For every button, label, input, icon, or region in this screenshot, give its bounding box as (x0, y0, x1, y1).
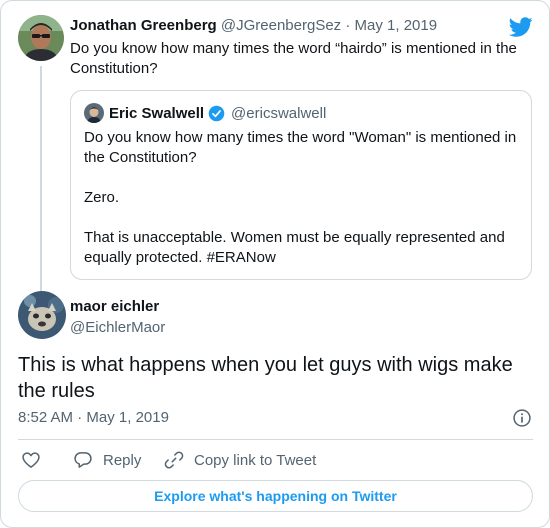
heart-icon (22, 452, 40, 468)
quoted-tweet[interactable]: Eric Swalwell @ericswalwell Do you know … (70, 90, 532, 280)
copy-link-button[interactable]: Copy link to Tweet (164, 450, 316, 470)
verified-badge-icon (208, 105, 225, 122)
quoted-tweet-text: Do you know how many times the word "Wom… (84, 129, 517, 266)
link-icon (164, 451, 184, 469)
quoted-author-handle: @ericswalwell (231, 105, 327, 122)
parent-tweet-text: Do you know how many times the word “hai… (70, 40, 517, 77)
parent-author-name[interactable]: Jonathan Greenberg (70, 17, 217, 34)
reply-button[interactable]: Reply (73, 450, 141, 470)
quoted-author-avatar (84, 103, 104, 123)
info-icon[interactable] (512, 408, 532, 428)
tweet-date: May 1, 2019 (86, 409, 169, 426)
like-button[interactable] (21, 450, 41, 470)
tweet-time: 8:52 AM (18, 409, 74, 426)
thread-connector-line (40, 66, 42, 291)
parent-tweet-header: Jonathan Greenberg @JGreenbergSez · May … (70, 17, 437, 34)
reply-label: Reply (103, 451, 142, 469)
quoted-author-name: Eric Swalwell (109, 105, 205, 122)
explore-twitter-button[interactable]: Explore what's happening on Twitter (18, 480, 533, 512)
parent-author-avatar[interactable] (18, 15, 64, 61)
copy-link-label: Copy link to Tweet (194, 451, 317, 469)
quoted-tweet-header: Eric Swalwell @ericswalwell (109, 105, 326, 122)
actions-divider (18, 439, 533, 440)
author-handle[interactable]: @EichlerMaor (70, 319, 165, 336)
parent-tweet-date[interactable]: May 1, 2019 (355, 17, 438, 34)
tweet-text: This is what happens when you let guys w… (18, 354, 513, 402)
twitter-bird-icon[interactable] (509, 15, 533, 39)
timestamp-separator: · (77, 409, 83, 426)
parent-date-separator: · (345, 17, 351, 34)
author-name[interactable]: maor eichler (70, 298, 159, 315)
parent-author-handle[interactable]: @JGreenbergSez (221, 17, 341, 34)
author-avatar[interactable] (18, 291, 66, 339)
embedded-tweet-card: Jonathan Greenberg @JGreenbergSez · May … (0, 0, 550, 528)
reply-icon (74, 452, 92, 468)
tweet-timestamp[interactable]: 8:52 AM · May 1, 2019 (18, 409, 169, 426)
